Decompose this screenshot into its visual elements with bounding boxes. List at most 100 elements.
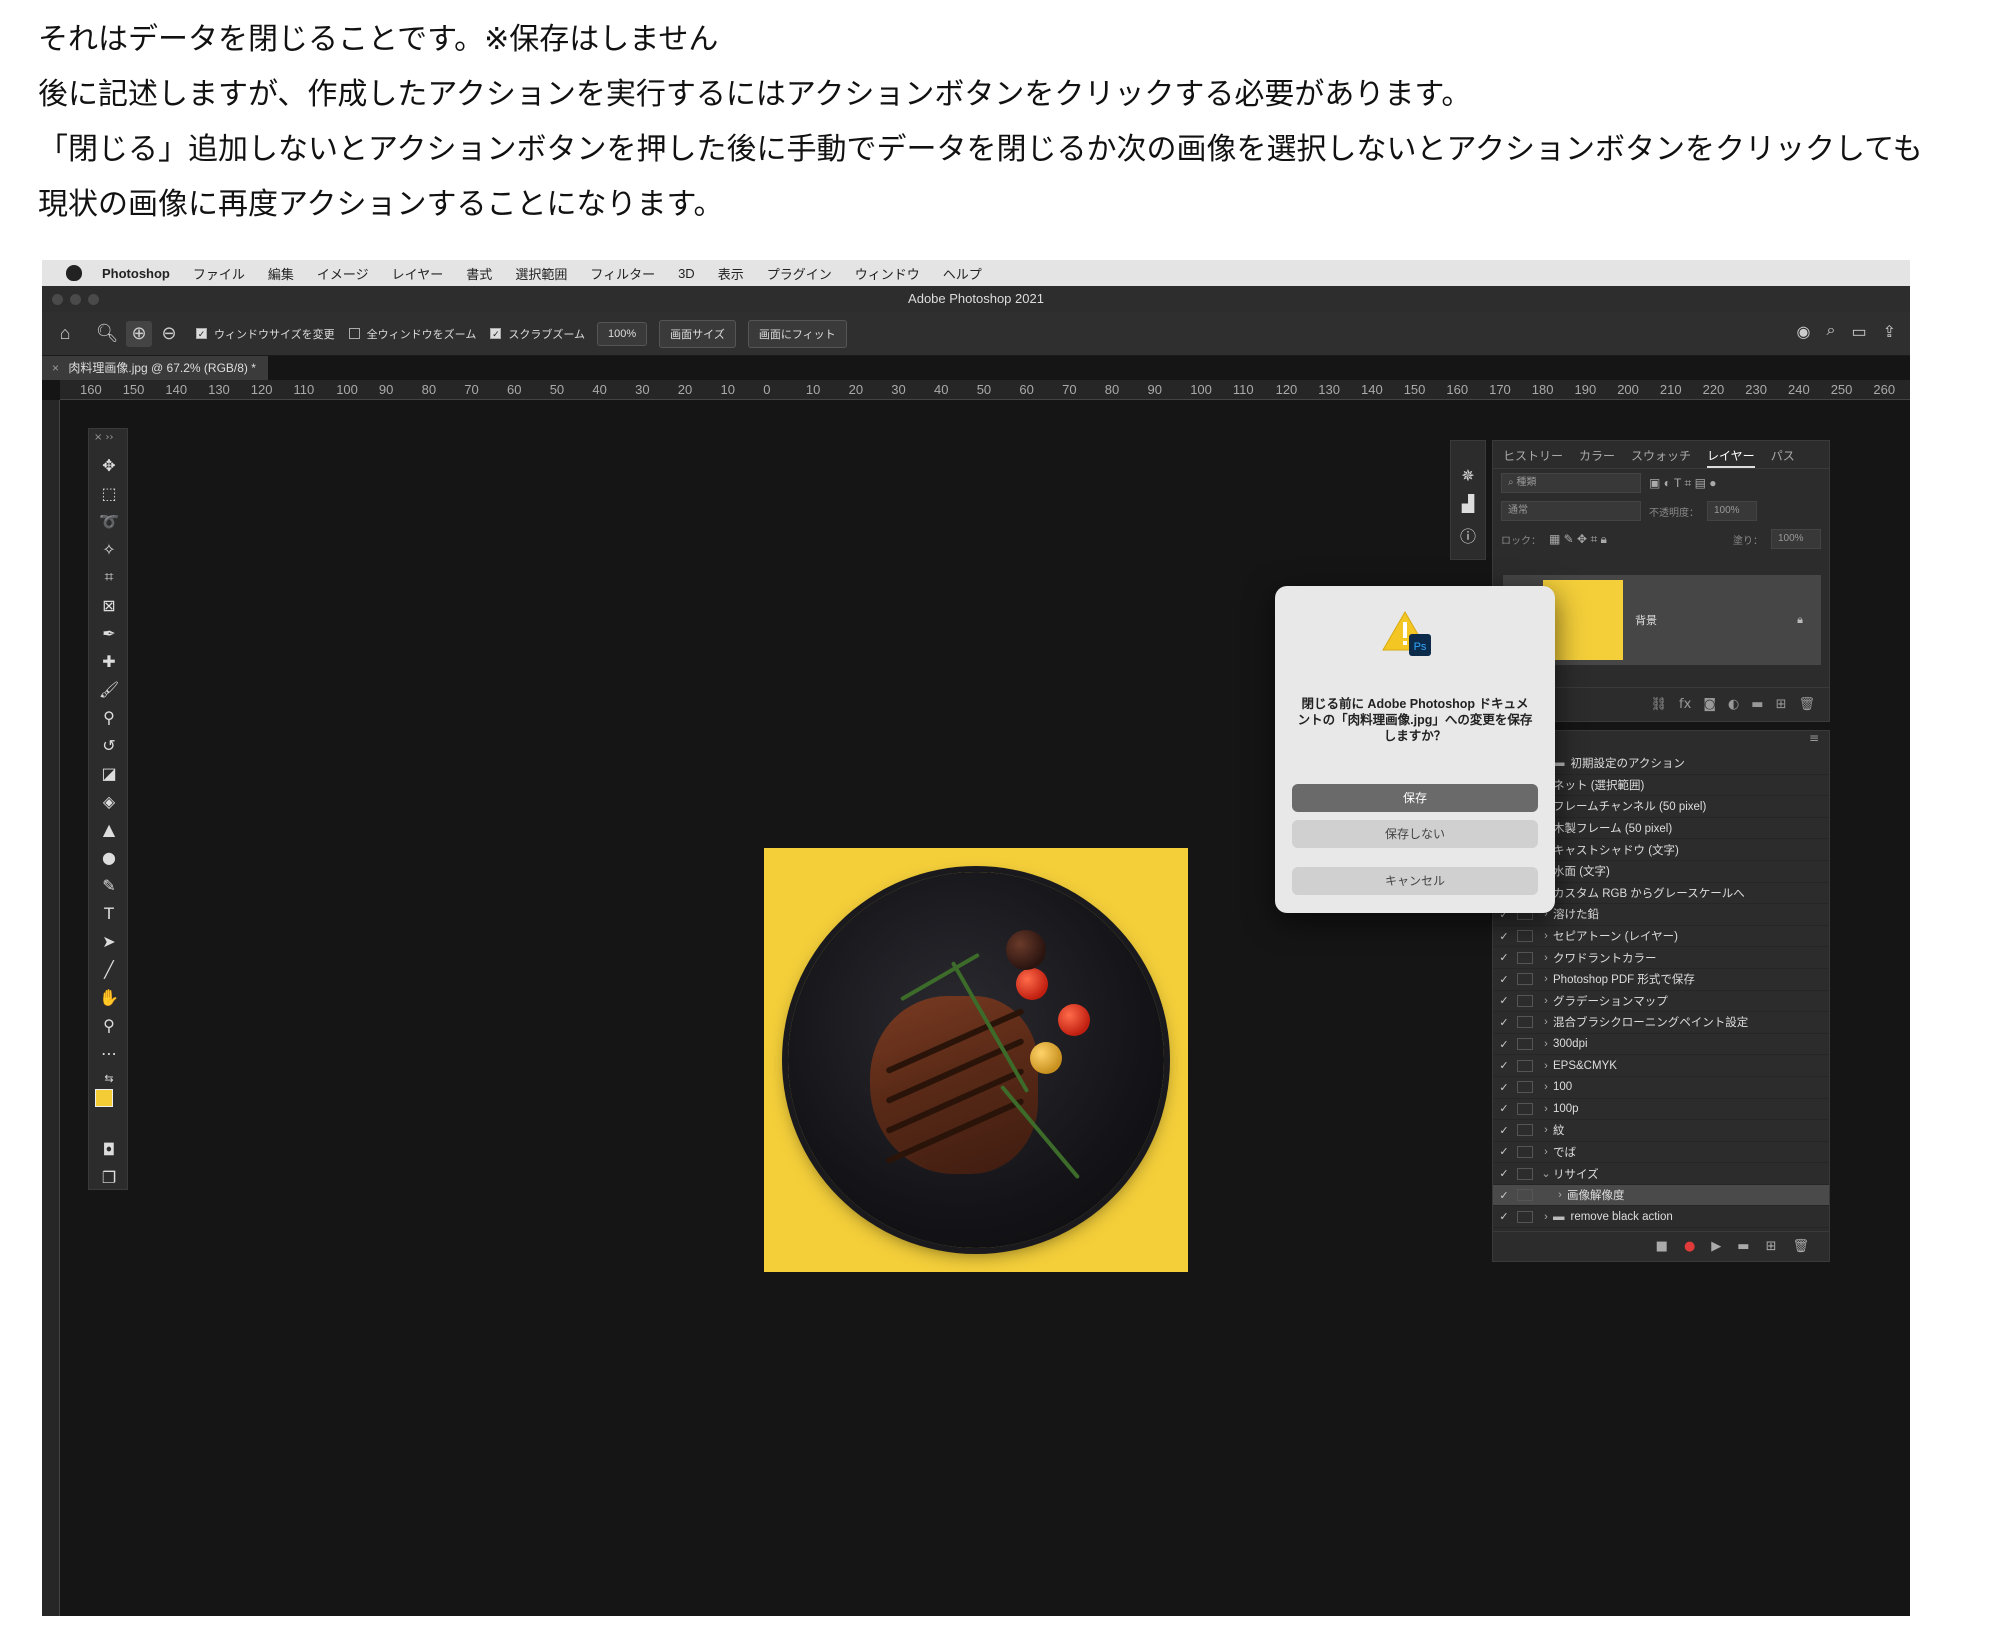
action-check-icon[interactable]: ✓ <box>1493 1081 1515 1094</box>
more-tools-icon[interactable]: ⋯ <box>89 1039 129 1067</box>
fit-screen-button[interactable]: 画面サイズ <box>659 319 736 348</box>
menu-3d[interactable]: 3D <box>678 266 695 281</box>
record-icon[interactable]: ● <box>1684 1239 1695 1254</box>
user-icon[interactable]: ◉ <box>1797 322 1811 342</box>
action-dialog-toggle[interactable] <box>1517 1081 1533 1094</box>
crop-tool-icon[interactable]: ⌗ <box>89 563 129 591</box>
tab-layers[interactable]: レイヤー <box>1707 447 1755 468</box>
apple-icon[interactable] <box>66 265 82 281</box>
dont-save-button[interactable]: 保存しない <box>1292 820 1538 848</box>
action-check-icon[interactable]: ✓ <box>1493 951 1515 964</box>
add-mask-icon[interactable]: ◙ <box>1703 697 1716 712</box>
dodge-tool-icon[interactable]: ● <box>89 843 129 871</box>
action-dialog-toggle[interactable] <box>1517 1059 1533 1072</box>
new-action-icon[interactable]: ⊞ <box>1766 1239 1777 1254</box>
play-icon[interactable]: ▶ <box>1711 1239 1721 1254</box>
action-row[interactable]: ✓ › クワドラントカラー <box>1493 947 1829 969</box>
path-selection-tool-icon[interactable]: ➤ <box>89 927 129 955</box>
action-row[interactable]: ✓ ⌄ リサイズ <box>1493 1163 1829 1185</box>
chevron-right-icon[interactable]: › <box>1539 952 1553 964</box>
workspace-icon[interactable]: ▭ <box>1851 322 1866 342</box>
paint-bucket-tool-icon[interactable]: ◈ <box>89 787 129 815</box>
menu-edit[interactable]: 編集 <box>268 264 294 283</box>
type-tool-icon[interactable]: T <box>89 899 129 927</box>
zoom-all-checkbox[interactable]: 全ウィンドウをズーム <box>348 326 476 342</box>
scrubby-zoom-checkbox[interactable]: ✓ スクラブズーム <box>490 326 585 342</box>
fill-screen-button[interactable]: 画面にフィット <box>747 319 847 348</box>
clone-stamp-tool-icon[interactable]: ⚲ <box>89 703 129 731</box>
action-check-icon[interactable]: ✓ <box>1493 1059 1515 1072</box>
new-group-icon[interactable]: ▬ <box>1751 697 1763 712</box>
tab-paths[interactable]: パス <box>1771 447 1795 468</box>
action-check-icon[interactable]: ✓ <box>1493 1016 1515 1029</box>
swap-colors-icon[interactable]: ⇆ <box>89 1067 129 1089</box>
history-brush-tool-icon[interactable]: ↺ <box>89 731 129 759</box>
adjustment-layer-icon[interactable]: ◐ <box>1728 697 1739 712</box>
action-row[interactable]: ✓ › 300dpi <box>1493 1034 1829 1056</box>
search-icon[interactable]: ⌕ <box>1827 322 1836 342</box>
action-dialog-toggle[interactable] <box>1517 1124 1533 1137</box>
filter-icons[interactable]: ▣ ◐ T ⌗ ▤ ● <box>1649 476 1717 491</box>
blur-tool-icon[interactable]: ▲ <box>89 815 129 843</box>
action-check-icon[interactable]: ✓ <box>1493 1124 1515 1137</box>
zoom-out-icon[interactable]: ⊖ <box>156 321 182 347</box>
menu-image[interactable]: イメージ <box>317 264 369 283</box>
chevron-right-icon[interactable]: › <box>1539 1060 1553 1072</box>
lasso-tool-icon[interactable]: ➰ <box>89 507 129 535</box>
layer-kind-filter[interactable]: ⌕ 種類 <box>1501 473 1641 493</box>
lock-icons[interactable]: ▦ ✎ ✥ ⌗ 🔒︎ <box>1549 532 1607 547</box>
action-dialog-toggle[interactable] <box>1517 1016 1533 1029</box>
action-row[interactable]: ✓ › EPS&CMYK <box>1493 1055 1829 1077</box>
action-dialog-toggle[interactable] <box>1517 1145 1533 1158</box>
chevron-right-icon[interactable]: › <box>1539 1016 1553 1028</box>
blend-mode-select[interactable]: 通常 <box>1501 501 1641 521</box>
chevron-right-icon[interactable]: › <box>1539 1038 1553 1050</box>
opacity-input[interactable]: 100% <box>1707 501 1757 521</box>
action-check-icon[interactable]: ✓ <box>1493 1167 1515 1180</box>
action-dialog-toggle[interactable] <box>1517 951 1533 964</box>
action-row[interactable]: ✓ › Photoshop PDF 形式で保存 <box>1493 969 1829 991</box>
chevron-right-icon[interactable]: › <box>1539 930 1553 942</box>
zoom-value-button[interactable]: 100% <box>597 321 648 346</box>
tab-history[interactable]: ヒストリー <box>1503 447 1563 468</box>
histogram-icon[interactable]: ▟ <box>1451 489 1485 517</box>
menu-view[interactable]: 表示 <box>718 264 744 283</box>
action-row[interactable]: ✓ › セピアトーン (レイヤー) <box>1493 926 1829 948</box>
window-minimize-dot[interactable] <box>70 294 81 305</box>
menu-plugins[interactable]: プラグイン <box>767 264 832 283</box>
tab-swatches[interactable]: スウォッチ <box>1631 447 1691 468</box>
document-tab[interactable]: × 肉料理画像.jpg @ 67.2% (RGB/8) * <box>42 356 268 380</box>
delete-action-icon[interactable]: 🗑︎ <box>1792 1239 1809 1254</box>
action-row[interactable]: ✓ › ▬ remove black action <box>1493 1206 1829 1229</box>
save-button[interactable]: 保存 <box>1292 784 1538 812</box>
navigator-icon[interactable]: ✵ <box>1451 461 1485 489</box>
action-row[interactable]: ✓ › 紋 <box>1493 1120 1829 1142</box>
zoom-in-icon[interactable]: ⊕ <box>126 320 152 347</box>
quick-mask-icon[interactable]: ◘ <box>89 1135 129 1163</box>
stop-icon[interactable]: ■ <box>1656 1239 1668 1254</box>
action-row[interactable]: ✓ › 画像解像度 <box>1493 1184 1829 1207</box>
zoom-tool-icon[interactable]: ⚲ <box>89 1011 129 1039</box>
action-check-icon[interactable]: ✓ <box>1493 973 1515 986</box>
resize-window-checkbox[interactable]: ✓ ウィンドウサイズを変更 <box>196 326 335 342</box>
action-dialog-toggle[interactable] <box>1517 1210 1533 1223</box>
action-check-icon[interactable]: ✓ <box>1493 1189 1515 1202</box>
info-icon[interactable]: ⓘ <box>1451 521 1485 549</box>
chevron-right-icon[interactable]: › <box>1539 1211 1553 1223</box>
action-dialog-toggle[interactable] <box>1517 1189 1533 1202</box>
pen-tool-icon[interactable]: ✎ <box>89 871 129 899</box>
action-check-icon[interactable]: ✓ <box>1493 1210 1515 1223</box>
home-icon[interactable]: ⌂ <box>52 321 78 347</box>
action-dialog-toggle[interactable] <box>1517 930 1533 943</box>
chevron-right-icon[interactable]: › <box>1539 1146 1553 1158</box>
action-dialog-toggle[interactable] <box>1517 1102 1533 1115</box>
menu-filter[interactable]: フィルター <box>590 264 655 283</box>
foreground-color-swatch[interactable] <box>95 1089 113 1107</box>
action-check-icon[interactable]: ✓ <box>1493 1145 1515 1158</box>
chevron-right-icon[interactable]: › <box>1553 1189 1567 1201</box>
link-layers-icon[interactable]: ⛓ <box>1651 697 1668 712</box>
action-row[interactable]: ✓ › 混合ブラシクローニングペイント設定 <box>1493 1012 1829 1034</box>
action-check-icon[interactable]: ✓ <box>1493 1102 1515 1115</box>
close-tab-icon[interactable]: × <box>52 361 59 375</box>
move-tool-icon[interactable]: ✥ <box>89 451 129 479</box>
